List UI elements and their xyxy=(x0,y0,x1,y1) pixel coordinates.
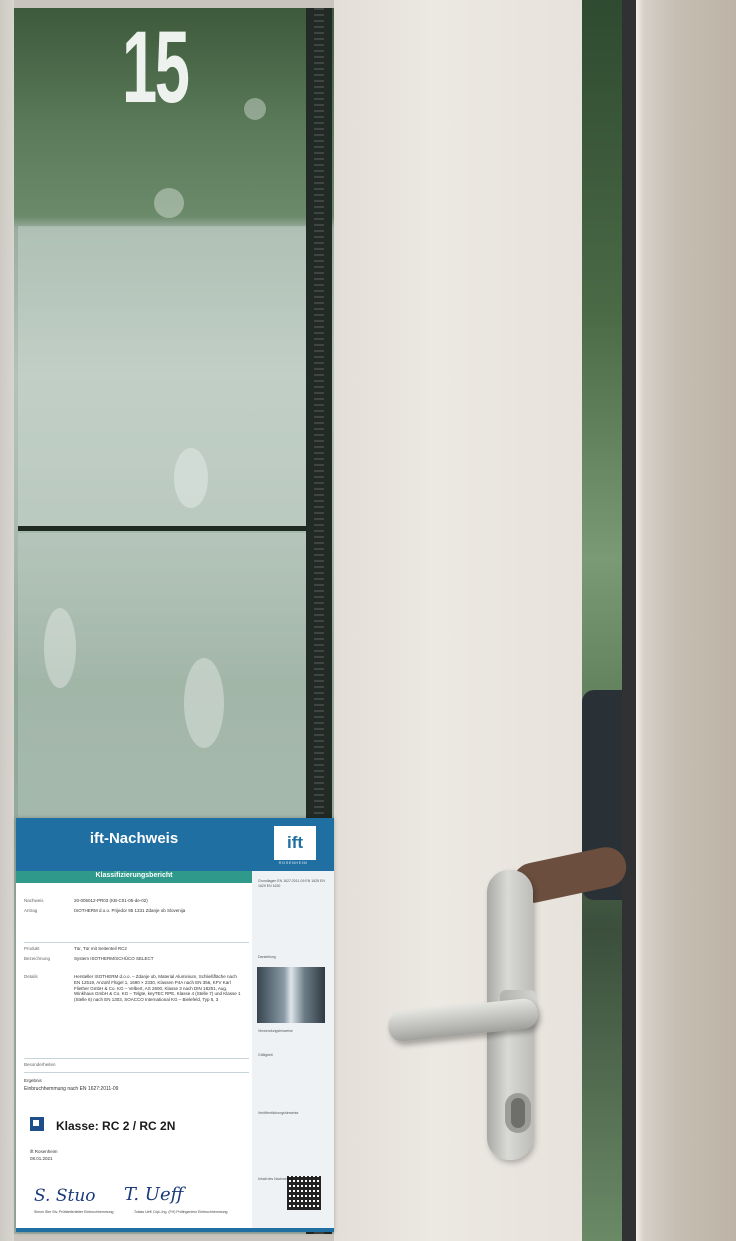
frosted-band-upper xyxy=(18,226,306,526)
test-label: Ergebnis xyxy=(24,1078,42,1083)
glazing-bar xyxy=(18,526,306,531)
signer-left: Simon Ster Stv. Prüfstellenleiter Einbru… xyxy=(34,1210,114,1214)
logo-subtext: ROSENHEIM xyxy=(278,860,308,865)
cert-row: Nachweis 20-005012-PR03 (KB-C01-05-de-02) xyxy=(24,898,148,903)
bokeh-spot xyxy=(244,98,266,120)
issue-date: 08.01.2021 xyxy=(30,1156,53,1161)
classification-icon xyxy=(30,1117,44,1131)
house-number: 15 xyxy=(122,10,190,124)
bokeh-spot xyxy=(154,188,184,218)
divider xyxy=(24,942,249,943)
classification-result: Klasse: RC 2 / RC 2N xyxy=(56,1119,176,1133)
side-block: Veröffentlichungshinweise xyxy=(258,1111,299,1115)
side-block: Darstellung xyxy=(258,955,276,959)
issue-place-date: ift Rosenheim 08.01.2021 xyxy=(30,1148,58,1162)
certificate-title: ift-Nachweis xyxy=(89,830,179,847)
cert-row: Details Hersteller ISOTHERM d.o.o. – Zdan… xyxy=(24,974,241,1003)
signature-left: S. Stuo xyxy=(34,1186,96,1206)
signature-right: T. Ueff xyxy=(124,1184,184,1205)
cert-row: Besonderheiten xyxy=(24,1062,56,1067)
ift-logo: ift xyxy=(274,826,316,860)
wall-left xyxy=(0,0,14,1241)
wall-right xyxy=(636,0,736,1241)
cert-row: Bezeichnung System ISOTHERM/SCHÜCO SELECT xyxy=(24,956,154,961)
door-frame-right xyxy=(622,0,636,1241)
signer-right: Tobias Ueff, Dipl.-Ing. (FH) Prüfingenie… xyxy=(134,1210,228,1214)
side-block: Grundlagen EN 1627:2011-09 EN 1628 EN 16… xyxy=(258,879,325,888)
qr-code xyxy=(287,1176,321,1210)
cert-row: Antrag ISOTHERM d.o.o. Prijedor 95 1331 Z… xyxy=(24,908,186,913)
side-block: Gültigkeit xyxy=(258,1053,273,1057)
certificate-footer-bar xyxy=(16,1228,334,1232)
side-block: Verwendungshinweise xyxy=(258,1029,293,1033)
certificate-subtitle: Klassifizierungsbericht xyxy=(95,872,173,879)
divider xyxy=(24,1058,249,1059)
divider xyxy=(24,1072,249,1073)
keyhole-icon xyxy=(511,1098,525,1128)
door-photo-thumbnail xyxy=(257,967,325,1023)
frosted-band-lower xyxy=(18,533,306,823)
photo-scene: 15 ift-Nachweis ift ROSENHEIM Klassifizi… xyxy=(0,0,736,1241)
cert-row: Produkt Tür, Tür mit Seitenteil RC2 xyxy=(24,946,127,951)
logo-text: ift xyxy=(286,833,304,852)
issue-place: ift Rosenheim xyxy=(30,1149,58,1154)
certificate-document: ift-Nachweis ift ROSENHEIM Klassifizieru… xyxy=(16,818,334,1232)
hand-layer xyxy=(509,0,630,1241)
test-standard: Einbruchhemmung nach EN 1627:2011-09 xyxy=(24,1086,119,1092)
door-leaf xyxy=(334,0,582,1241)
